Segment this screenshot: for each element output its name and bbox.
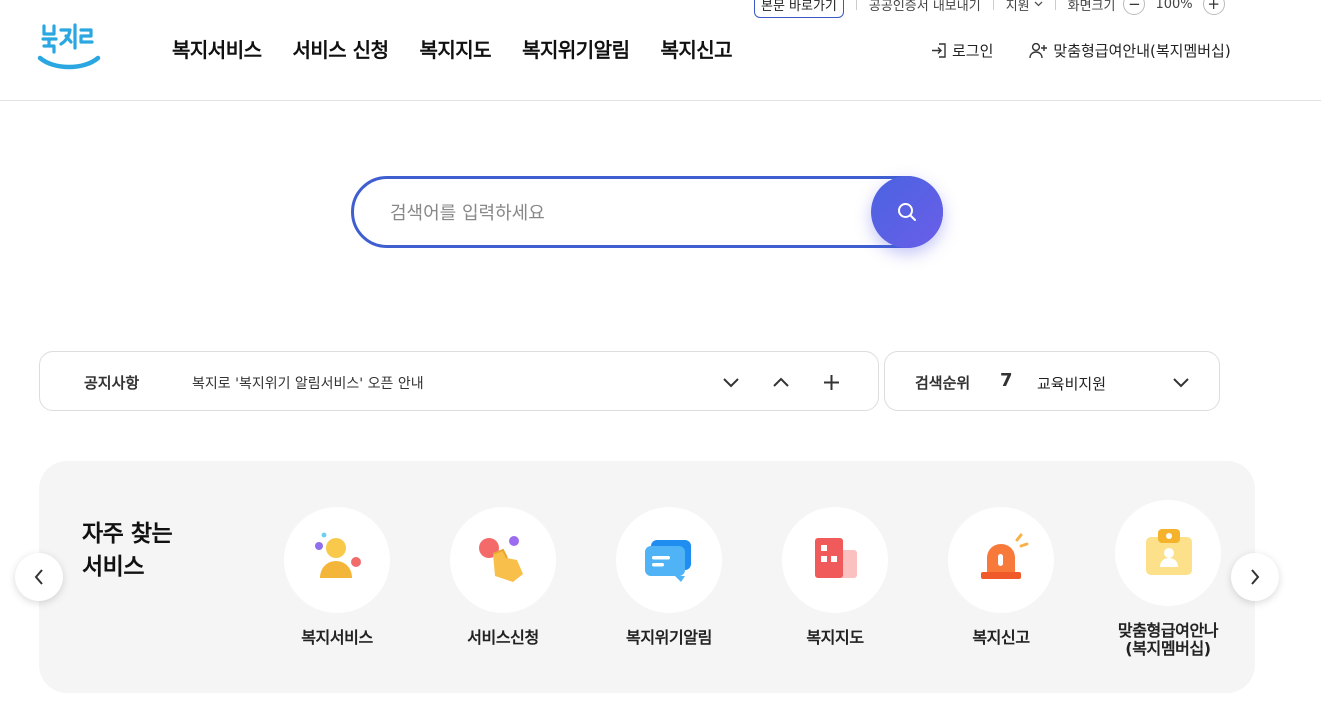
ranking-keyword[interactable]: 교육비지원: [1037, 373, 1106, 394]
membership-label: 맞춤형급여안내(복지멤버십): [1053, 42, 1231, 60]
frequent-services-panel: 자주 찾는 서비스 복지서비스 서비스신청 복지위기알림 복지지도 복지신고 맞…: [39, 461, 1255, 693]
notice-more-button[interactable]: [817, 368, 845, 396]
nav-welfare-map[interactable]: 복지지도: [419, 34, 491, 63]
service-name: 복지위기알림: [626, 628, 712, 647]
ranking-expand-button[interactable]: [1167, 368, 1195, 396]
notice-prev-button[interactable]: [767, 368, 795, 396]
carousel-next-button[interactable]: [1231, 553, 1279, 601]
login-icon: [932, 43, 946, 58]
search-input[interactable]: [390, 199, 860, 227]
search-ranking: 검색순위 7 교육비지원: [884, 351, 1220, 411]
main-nav: 복지서비스 서비스 신청 복지지도 복지위기알림 복지신고: [172, 34, 733, 63]
chevron-left-icon: [34, 569, 43, 585]
search-button[interactable]: [871, 176, 943, 248]
notice-bar: 공지사항 복지로 '복지위기 알림서비스' 오픈 안내: [39, 351, 879, 411]
service-name: 복지신고: [972, 628, 1030, 647]
service-name-line-1: 맞춤형급여안나: [1117, 621, 1219, 640]
bokjiro-logo-icon: [37, 23, 101, 70]
title-line-2: 서비스: [82, 554, 144, 580]
notice-text[interactable]: 복지로 '복지위기 알림서비스' 오픈 안내: [192, 373, 424, 393]
service-application[interactable]: 서비스신청: [438, 507, 568, 647]
chevron-down-icon: [723, 377, 739, 387]
building-icon: [815, 538, 857, 578]
chat-bubble-icon: [645, 540, 691, 582]
service-welfare-map[interactable]: 복지지도: [770, 507, 900, 647]
header-actions: 로그인 맞춤형급여안내(복지멤버십): [930, 40, 1231, 61]
site-logo[interactable]: [36, 18, 102, 74]
carousel-prev-button[interactable]: [15, 553, 63, 601]
ranking-label: 검색순위: [915, 374, 971, 392]
id-card-icon: [1146, 529, 1192, 575]
membership-link[interactable]: 맞춤형급여안내(복지멤버십): [1029, 40, 1231, 61]
nav-welfare-services[interactable]: 복지서비스: [172, 34, 262, 63]
service-name-line-2: (복지멤버십): [1125, 639, 1211, 658]
chevron-up-icon: [773, 377, 789, 387]
siren-icon: [981, 533, 1029, 579]
hand-tap-icon: [479, 536, 523, 582]
service-welfare[interactable]: 복지서비스: [272, 507, 402, 647]
nav-crisis-alert[interactable]: 복지위기알림: [522, 34, 630, 63]
service-name: 서비스신청: [467, 628, 539, 647]
nav-welfare-report[interactable]: 복지신고: [660, 34, 732, 63]
service-crisis-alert[interactable]: 복지위기알림: [604, 507, 734, 647]
title-line-1: 자주 찾는: [82, 521, 173, 547]
chevron-down-icon: [1173, 377, 1189, 387]
search-box: [351, 176, 943, 248]
service-icon-circle: [782, 507, 888, 613]
notice-next-button[interactable]: [717, 368, 745, 396]
service-icon-circle: [284, 507, 390, 613]
service-name: 맞춤형급여안나 (복지멤버십): [1103, 622, 1233, 658]
login-link[interactable]: 로그인: [930, 40, 993, 61]
service-icon-circle: [616, 507, 722, 613]
frequent-services-title: 자주 찾는 서비스: [82, 518, 173, 584]
search-icon: [898, 203, 916, 221]
ranking-number: 7: [1000, 370, 1013, 391]
plus-icon: [823, 374, 839, 390]
service-membership[interactable]: 맞춤형급여안나 (복지멤버십): [1103, 500, 1233, 658]
nav-service-application[interactable]: 서비스 신청: [293, 34, 389, 63]
service-welfare-report[interactable]: 복지신고: [936, 507, 1066, 647]
service-icon-circle: [948, 507, 1054, 613]
service-name: 복지서비스: [301, 628, 373, 647]
service-icon-circle: [450, 507, 556, 613]
notice-label: 공지사항: [84, 374, 140, 392]
login-label: 로그인: [952, 42, 994, 60]
service-name: 복지지도: [806, 628, 864, 647]
service-icon-circle: [1115, 500, 1221, 606]
person-icon: [315, 532, 361, 578]
user-plus-icon: [1029, 42, 1048, 59]
site-header: 복지서비스 서비스 신청 복지지도 복지위기알림 복지신고 로그인 맞춤형급여안…: [0, 0, 1321, 101]
chevron-right-icon: [1251, 569, 1260, 585]
